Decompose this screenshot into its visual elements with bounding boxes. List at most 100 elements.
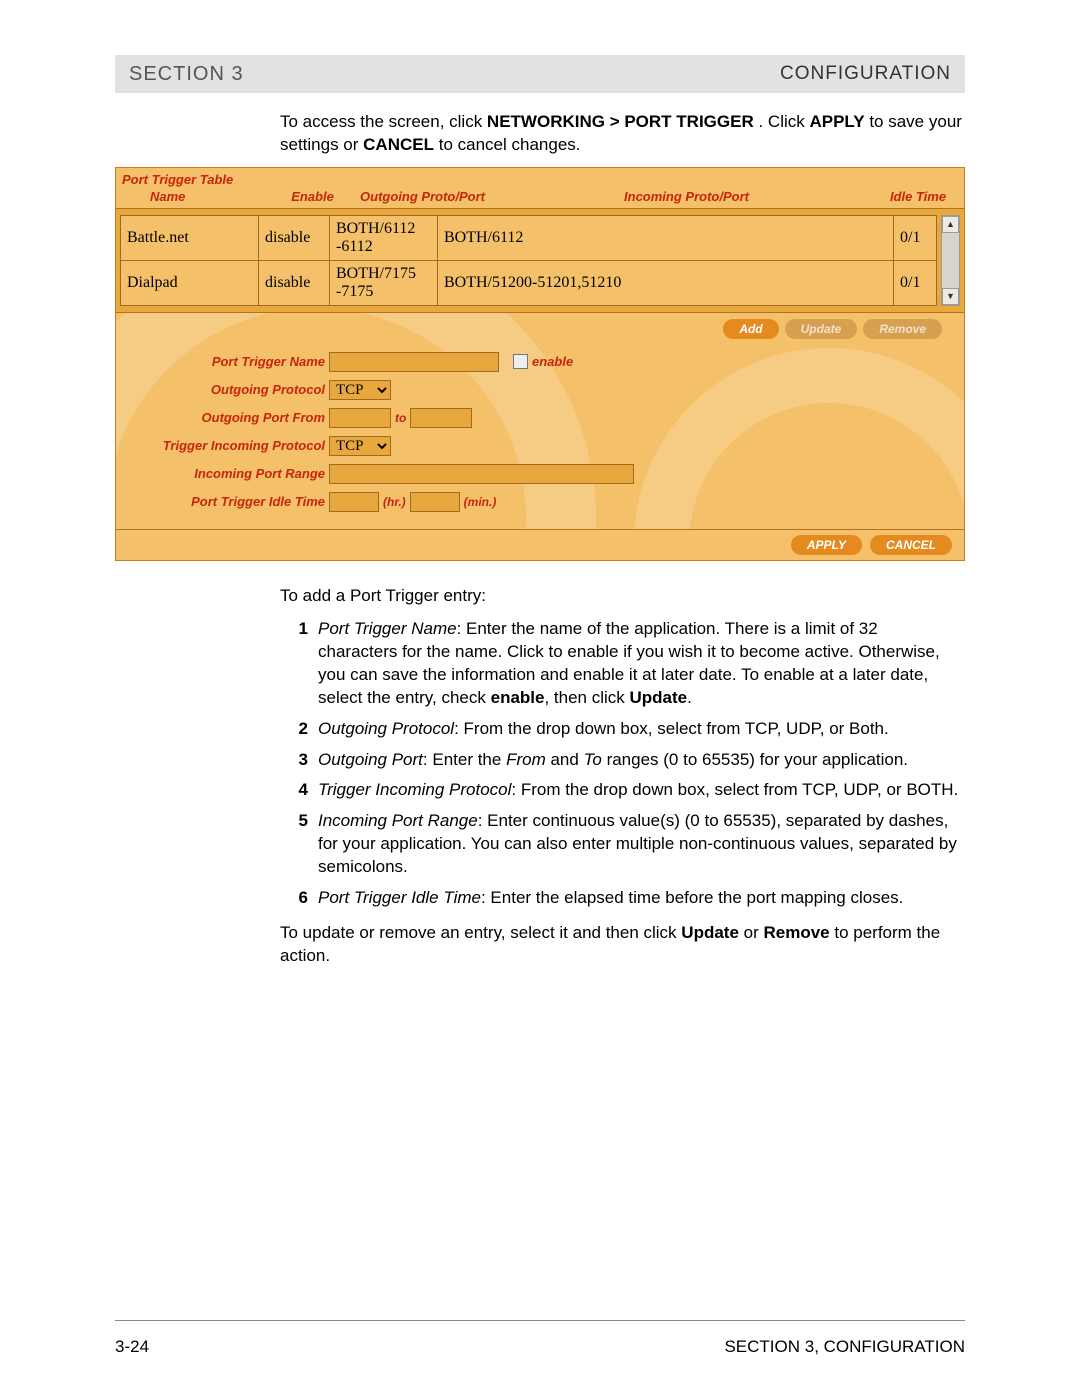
item-number: 4: [280, 775, 318, 806]
list-item: 2 Outgoing Protocol: From the drop down …: [280, 714, 965, 745]
item-number: 5: [280, 806, 318, 883]
port-trigger-name-input[interactable]: [329, 352, 499, 372]
list-item: 6 Port Trigger Idle Time: Enter the elap…: [280, 883, 965, 914]
closing-paragraph: To update or remove an entry, select it …: [280, 922, 965, 968]
text: ranges (0 to 65535) for your application…: [602, 750, 908, 769]
list-item: 4 Trigger Incoming Protocol: From the dr…: [280, 775, 965, 806]
text: , then click: [544, 688, 629, 707]
table-button-row: Add Update Remove: [116, 313, 964, 349]
idle-hr-input[interactable]: [329, 492, 379, 512]
label-port-trigger-name: Port Trigger Name: [130, 354, 329, 369]
text: .: [687, 688, 692, 707]
label-idle-time: Port Trigger Idle Time: [130, 494, 329, 509]
item-number: 2: [280, 714, 318, 745]
port-trigger-table: Battle.net disable BOTH/6112 -6112 BOTH/…: [120, 215, 937, 306]
table-scroll-area: Battle.net disable BOTH/6112 -6112 BOTH/…: [116, 208, 964, 313]
text-bold: Update: [630, 688, 688, 707]
cell-outgoing: BOTH/6112 -6112: [330, 215, 438, 260]
cell-incoming: BOTH/6112: [438, 215, 894, 260]
text-bold: CANCEL: [363, 135, 434, 154]
section-number: SECTION 3: [129, 63, 244, 86]
enable-checkbox-label: enable: [532, 354, 573, 369]
cancel-button[interactable]: CANCEL: [870, 535, 952, 555]
item-term: Incoming Port Range: [318, 811, 478, 830]
cell-enable: disable: [259, 260, 330, 305]
list-item: 3 Outgoing Port: Enter the From and To r…: [280, 745, 965, 776]
text-bold: enable: [491, 688, 545, 707]
apply-button[interactable]: APPLY: [791, 535, 862, 555]
idle-min-input[interactable]: [410, 492, 460, 512]
item-term: Outgoing Port: [318, 750, 423, 769]
section-title: CONFIGURATION: [780, 63, 951, 85]
add-button[interactable]: Add: [723, 319, 778, 339]
text: to cancel changes.: [439, 135, 581, 154]
item-term: Port Trigger Name: [318, 619, 457, 638]
section-header: SECTION 3 CONFIGURATION: [115, 55, 965, 93]
cell-outgoing: BOTH/7175 -7175: [330, 260, 438, 305]
item-number: 3: [280, 745, 318, 776]
outgoing-protocol-select[interactable]: TCP: [329, 380, 391, 400]
scroll-down-icon[interactable]: ▼: [942, 288, 959, 305]
scroll-up-icon[interactable]: ▲: [942, 216, 959, 233]
cell-enable: disable: [259, 215, 330, 260]
item-number: 6: [280, 883, 318, 914]
page-footer: 3-24 SECTION 3, CONFIGURATION: [115, 1320, 965, 1357]
list-item: 5 Incoming Port Range: Enter continuous …: [280, 806, 965, 883]
incoming-port-range-input[interactable]: [329, 464, 634, 484]
col-header-outgoing: Outgoing Proto/Port: [350, 189, 495, 204]
update-button[interactable]: Update: [785, 319, 858, 339]
to-label: to: [391, 411, 410, 425]
text: : From the drop down box, select from TC…: [511, 780, 958, 799]
enable-checkbox[interactable]: [513, 354, 528, 369]
outgoing-port-from-input[interactable]: [329, 408, 391, 428]
instruction-list: 1 Port Trigger Name: Enter the name of t…: [280, 614, 965, 914]
col-header-idle: Idle Time: [878, 189, 958, 204]
text-bold: Update: [681, 923, 739, 942]
col-header-enable: Enable: [275, 189, 350, 204]
table-row[interactable]: Battle.net disable BOTH/6112 -6112 BOTH/…: [121, 215, 937, 260]
text-bold: Remove: [763, 923, 829, 942]
label-outgoing-port-from: Outgoing Port From: [130, 410, 329, 425]
text: and: [546, 750, 584, 769]
text: To access the screen, click: [280, 112, 487, 131]
text: To update or remove an entry, select it …: [280, 923, 681, 942]
table-header-row: Name Enable Outgoing Proto/Port Incoming…: [116, 187, 964, 208]
text: or: [739, 923, 764, 942]
label-incoming-port-range: Incoming Port Range: [130, 466, 329, 481]
cell-idle: 0/1: [894, 215, 937, 260]
item-term: Trigger Incoming Protocol: [318, 780, 511, 799]
item-term: Outgoing Protocol: [318, 719, 454, 738]
text: : Enter the elapsed time before the port…: [481, 888, 903, 907]
outgoing-port-to-input[interactable]: [410, 408, 472, 428]
footer-title: SECTION 3, CONFIGURATION: [724, 1337, 965, 1357]
form-area: Port Trigger Name enable Outgoing Protoc…: [116, 349, 964, 529]
text-italic: From: [506, 750, 546, 769]
text: : From the drop down box, select from TC…: [454, 719, 889, 738]
label-incoming-protocol: Trigger Incoming Protocol: [130, 438, 329, 453]
page-number: 3-24: [115, 1337, 149, 1357]
cell-name: Battle.net: [121, 215, 259, 260]
text-italic: To: [584, 750, 602, 769]
text: . Click: [758, 112, 809, 131]
col-header-incoming: Incoming Proto/Port: [495, 189, 878, 204]
table-title: Port Trigger Table: [116, 168, 964, 187]
col-header-name: Name: [122, 189, 275, 204]
item-term: Port Trigger Idle Time: [318, 888, 481, 907]
table-row[interactable]: Dialpad disable BOTH/7175 -7175 BOTH/512…: [121, 260, 937, 305]
cell-name: Dialpad: [121, 260, 259, 305]
text-bold: NETWORKING > PORT TRIGGER: [487, 112, 754, 131]
remove-button[interactable]: Remove: [863, 319, 942, 339]
cell-idle: 0/1: [894, 260, 937, 305]
cell-incoming: BOTH/51200-51201,51210: [438, 260, 894, 305]
intro-paragraph: To access the screen, click NETWORKING >…: [280, 111, 965, 157]
port-trigger-panel: Port Trigger Table Name Enable Outgoing …: [115, 167, 965, 561]
incoming-protocol-select[interactable]: TCP: [329, 436, 391, 456]
vertical-scrollbar[interactable]: ▲ ▼: [941, 215, 960, 306]
hr-unit: (hr.): [379, 495, 410, 509]
text: : Enter the: [423, 750, 506, 769]
text-bold: APPLY: [809, 112, 864, 131]
list-item: 1 Port Trigger Name: Enter the name of t…: [280, 614, 965, 714]
panel-bottom-bar: APPLY CANCEL: [116, 529, 964, 560]
after-panel-intro: To add a Port Trigger entry:: [280, 585, 965, 608]
label-outgoing-protocol: Outgoing Protocol: [130, 382, 329, 397]
